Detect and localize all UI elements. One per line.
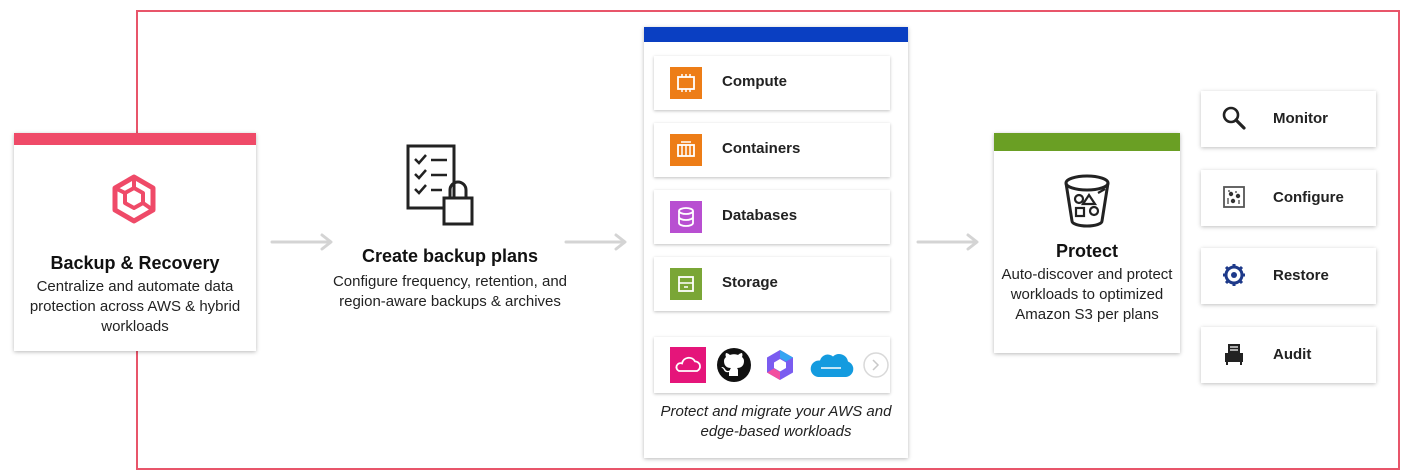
github-icon <box>717 348 751 382</box>
workload-databases: Databases <box>654 190 890 244</box>
workload-compute: Compute <box>654 56 890 110</box>
flow-arrow-icon <box>564 233 627 251</box>
workloads-panel: Compute Containers Databases Storage Pro… <box>644 27 908 458</box>
action-monitor[interactable]: Monitor <box>1201 91 1376 147</box>
action-label: Configure <box>1273 189 1344 206</box>
backup-workflow-diagram: Backup & Recovery Centralize and automat… <box>0 0 1406 474</box>
configure-icon <box>1223 186 1245 208</box>
storage-icon <box>670 268 702 300</box>
restore-gear-icon <box>1223 264 1245 286</box>
magnifier-icon <box>1222 106 1246 130</box>
flow-arrow-icon <box>916 233 979 251</box>
aws-backup-cube-icon <box>112 174 156 224</box>
workload-containers: Containers <box>654 123 890 177</box>
workload-label: Storage <box>722 274 778 291</box>
action-configure[interactable]: Configure <box>1201 170 1376 226</box>
workload-label: Containers <box>722 140 801 157</box>
audit-icon <box>1225 344 1243 365</box>
checklist-lock-icon <box>406 144 474 226</box>
backup-recovery-description: Centralize and automate data protection … <box>29 278 241 335</box>
backup-recovery-card: Backup & Recovery Centralize and automat… <box>14 133 256 351</box>
workload-label: Databases <box>722 207 798 224</box>
create-backup-plans-description: Configure frequency, retention, and regi… <box>332 273 568 310</box>
workload-label: Compute <box>722 73 787 90</box>
copilot-icon <box>767 350 793 380</box>
action-restore[interactable]: Restore <box>1201 248 1376 304</box>
compute-icon <box>670 67 702 99</box>
action-label: Restore <box>1273 267 1329 284</box>
containers-icon <box>670 134 702 166</box>
s3-bucket-icon <box>1064 174 1110 228</box>
action-label: Audit <box>1273 346 1312 363</box>
salesforce-icon <box>810 354 854 377</box>
action-label: Monitor <box>1273 110 1328 127</box>
backup-recovery-title: Backup & Recovery <box>50 253 220 273</box>
workload-storage: Storage <box>654 257 890 311</box>
workloads-caption: Protect and migrate your AWS and edge-ba… <box>660 403 892 440</box>
create-backup-plans-title: Create backup plans <box>361 246 539 266</box>
database-icon <box>670 201 702 233</box>
protect-title: Protect <box>1055 241 1118 261</box>
action-audit[interactable]: Audit <box>1201 327 1376 383</box>
cloud-app-icon <box>670 347 706 383</box>
flow-arrow-icon <box>270 233 333 251</box>
more-icon[interactable] <box>862 351 890 379</box>
protect-description: Auto-discover and protect workloads to o… <box>1001 266 1173 323</box>
third-party-workloads <box>654 337 890 393</box>
protect-card: Protect Auto-discover and protect worklo… <box>994 133 1180 353</box>
